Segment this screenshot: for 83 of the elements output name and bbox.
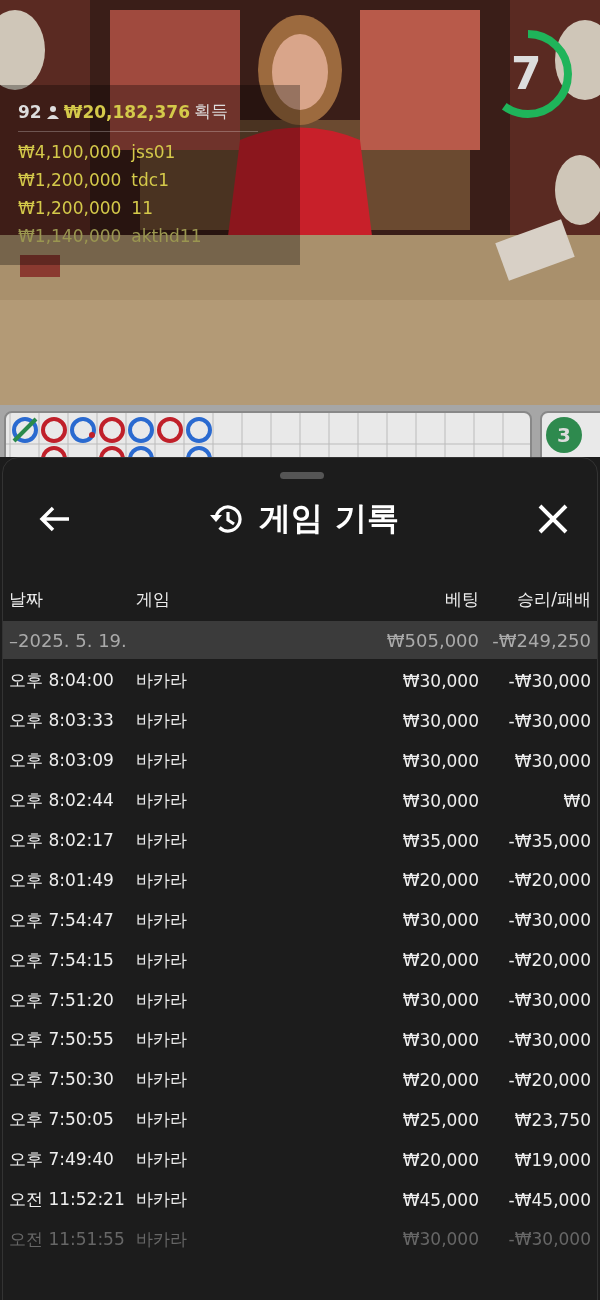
game-cell-text: 바카라 [136, 988, 188, 1012]
drag-handle[interactable] [280, 472, 324, 479]
time-cell-text: 오전 11:51:55 [9, 1227, 126, 1251]
countdown-value: 7 [511, 48, 542, 99]
time-cell-text: 오후 8:03:33 [9, 709, 115, 733]
result-cell-text: -₩30,000 [507, 1029, 591, 1050]
summary-bet: ₩505,000 [385, 629, 479, 651]
summary-result: -₩249,250 [491, 629, 591, 651]
winner-amount: ₩4,100,000 [18, 142, 122, 162]
result-cell-text: -₩30,000 [507, 670, 591, 691]
summary-date: –2025. 5. 19. [9, 629, 128, 651]
time-cell-text: 오후 7:50:05 [9, 1108, 115, 1132]
bet-cell-text: ₩30,000 [401, 1229, 479, 1250]
back-button[interactable] [39, 505, 71, 533]
bet-cell-text: ₩20,000 [401, 870, 479, 891]
time-cell-text: 오후 7:49:40 [9, 1148, 115, 1172]
result-cell-text: -₩30,000 [507, 990, 591, 1011]
total-winnings: ₩20,182,376 [63, 101, 190, 122]
game-cell-text: 바카라 [136, 789, 188, 813]
player-count: 92 [18, 101, 42, 122]
winner-name: 11 [131, 198, 153, 218]
time-cell-text: 오전 11:52:21 [9, 1188, 126, 1211]
result-cell-text: ₩23,750 [513, 1109, 591, 1130]
bet-cell-text: ₩20,000 [401, 1069, 479, 1090]
time-cell-text: 오후 8:02:44 [9, 789, 115, 813]
count-badge: 3 [546, 417, 582, 453]
bet-cell-text: ₩30,000 [401, 990, 479, 1011]
column-header: 베팅 [444, 587, 479, 611]
time-cell-text: 오후 8:03:09 [9, 749, 115, 773]
winner-amount: ₩1,200,000 [18, 170, 122, 190]
result-cell-text: -₩45,000 [507, 1189, 591, 1210]
result-cell-text: -₩20,000 [507, 870, 591, 891]
time-cell-text: 오후 7:50:55 [9, 1028, 115, 1052]
bet-cell-text: ₩35,000 [401, 830, 479, 851]
game-cell-text: 바카라 [136, 908, 188, 932]
time-cell-text: 오후 8:02:17 [9, 829, 115, 852]
close-button[interactable] [537, 503, 569, 535]
bet-cell-text: ₩30,000 [401, 910, 479, 931]
bet-cell-text: ₩30,000 [401, 1029, 479, 1050]
sheet-title: 게임 기록 [259, 498, 399, 539]
column-header: 날짜 [9, 587, 44, 611]
time-cell-text: 오후 8:01:49 [9, 868, 115, 892]
result-cell-text: ₩19,000 [513, 1149, 591, 1170]
game-cell-text: 바카라 [136, 1148, 188, 1172]
game-cell-text: 바카라 [136, 948, 188, 972]
winnings-label: 획득 [193, 100, 228, 123]
time-cell-text: 오후 7:50:30 [9, 1068, 115, 1092]
game-cell-text: 바카라 [136, 669, 188, 693]
winner-name: jss01 [131, 142, 176, 162]
result-cell-text: ₩0 [562, 790, 591, 811]
bet-cell-text: ₩25,000 [401, 1109, 479, 1130]
time-cell-text: 오후 8:04:00 [9, 669, 115, 693]
game-cell-text: 바카라 [136, 749, 188, 773]
bet-cell-text: ₩20,000 [401, 950, 479, 971]
bet-cell-text: ₩30,000 [401, 790, 479, 811]
time-cell-text: 오후 7:54:15 [9, 948, 115, 972]
result-cell-text: ₩30,000 [513, 750, 591, 771]
game-cell-text: 바카라 [136, 1188, 188, 1211]
result-cell-text: -₩30,000 [507, 910, 591, 931]
result-cell-text: -₩30,000 [507, 1229, 591, 1250]
column-header: 게임 [136, 587, 171, 611]
game-cell-text: 바카라 [136, 709, 188, 733]
result-cell-text: -₩20,000 [507, 950, 591, 971]
person-icon [45, 104, 60, 119]
bet-cell-text: ₩30,000 [401, 710, 479, 731]
result-cell-text: -₩30,000 [507, 710, 591, 731]
game-cell-text: 바카라 [136, 868, 188, 892]
game-cell-text: 바카라 [136, 1108, 188, 1132]
game-cell-text: 바카라 [136, 1227, 188, 1251]
game-cell-text: 바카라 [136, 1028, 188, 1052]
result-cell-text: -₩35,000 [507, 830, 591, 851]
bet-cell-text: ₩30,000 [401, 750, 479, 771]
column-header: 승리/패배 [516, 587, 591, 611]
winner-amount: ₩1,200,000 [18, 198, 122, 218]
result-cell-text: -₩20,000 [507, 1069, 591, 1090]
game-cell-text: 바카라 [136, 1068, 188, 1092]
game-cell-text: 바카라 [136, 829, 188, 852]
bet-cell-text: ₩20,000 [401, 1149, 479, 1170]
time-cell-text: 오후 7:54:47 [9, 908, 115, 932]
bet-cell-text: ₩30,000 [401, 670, 479, 691]
bet-cell-text: ₩45,000 [401, 1189, 479, 1210]
time-cell-text: 오후 7:51:20 [9, 988, 115, 1012]
winner-name: tdc1 [131, 170, 169, 190]
